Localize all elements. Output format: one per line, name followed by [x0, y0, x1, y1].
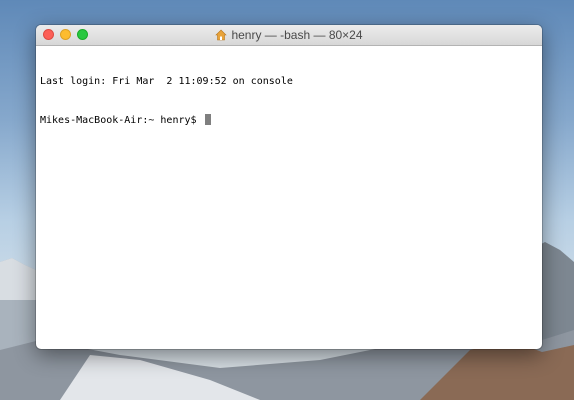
window-controls: [43, 29, 88, 40]
terminal-line-last-login: Last login: Fri Mar 2 11:09:52 on consol…: [40, 76, 293, 87]
maximize-button[interactable]: [77, 29, 88, 40]
window-title-text: henry — -bash — 80×24: [231, 28, 363, 42]
window-title: henry — -bash — 80×24: [215, 28, 363, 42]
desktop: henry — -bash — 80×24 Last login: Fri Ma…: [0, 0, 574, 400]
mountain-snow-left: [0, 258, 36, 300]
terminal-prompt: Mikes-MacBook-Air:~ henry$: [40, 115, 203, 126]
terminal-window[interactable]: henry — -bash — 80×24 Last login: Fri Ma…: [36, 25, 542, 349]
terminal-prompt-line[interactable]: Mikes-MacBook-Air:~ henry$: [40, 114, 538, 127]
minimize-button[interactable]: [60, 29, 71, 40]
terminal-content[interactable]: Last login: Fri Mar 2 11:09:52 on consol…: [36, 46, 542, 156]
close-button[interactable]: [43, 29, 54, 40]
terminal-cursor: [204, 114, 211, 125]
title-bar[interactable]: henry — -bash — 80×24: [36, 25, 542, 46]
home-folder-icon: [215, 29, 228, 41]
